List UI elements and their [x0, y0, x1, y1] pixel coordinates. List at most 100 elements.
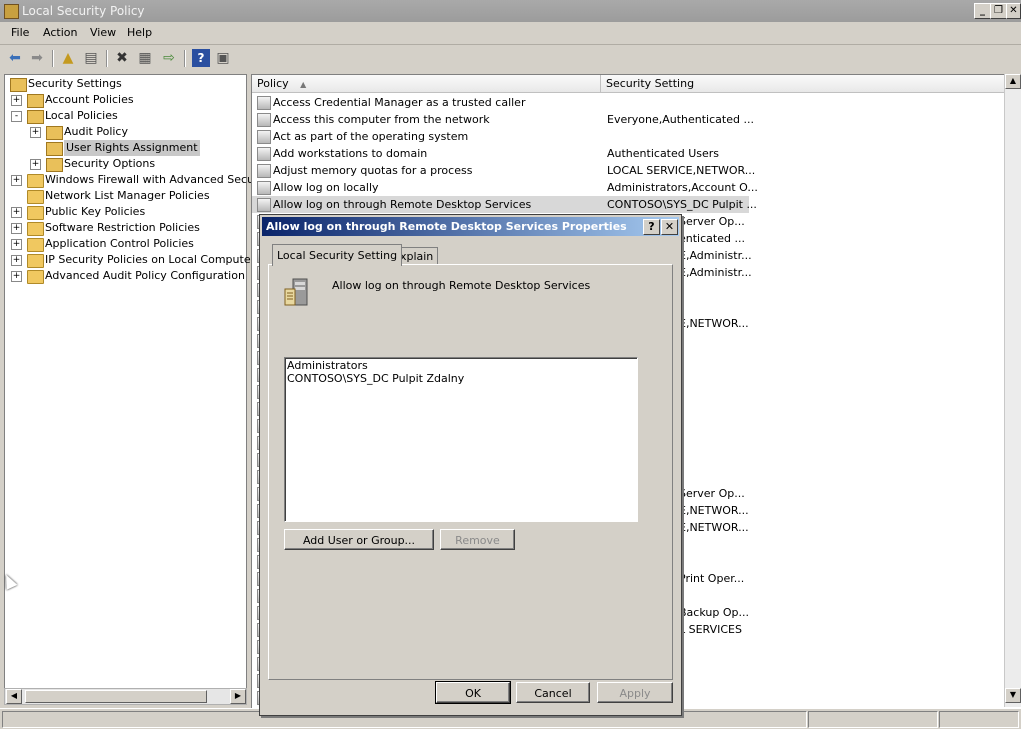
list-vertical-scrollbar[interactable]: ▲ ▼: [1004, 74, 1021, 707]
help-icon[interactable]: ?: [192, 49, 210, 67]
expand-icon[interactable]: +: [11, 239, 22, 250]
column-header-security-setting[interactable]: Security Setting: [601, 75, 1005, 93]
folder-icon: [27, 110, 44, 124]
policy-row-partial[interactable]: E,NETWOR...: [679, 519, 749, 536]
tree-item-label: Account Policies: [45, 93, 134, 106]
policy-icon: [257, 130, 271, 144]
show-hide-tree-icon[interactable]: ▤: [82, 49, 100, 67]
policy-row-partial[interactable]: L SERVICES: [679, 621, 742, 638]
export-list-icon[interactable]: ⇨: [160, 49, 178, 67]
policy-setting: Everyone,Authenticated ...: [607, 113, 754, 126]
column-header-policy-label: Policy: [257, 77, 289, 90]
policy-row[interactable]: Adjust memory quotas for a process LOCAL …: [252, 162, 1004, 179]
expand-icon[interactable]: +: [11, 207, 22, 218]
delete-icon[interactable]: ✖: [113, 49, 131, 67]
policy-row[interactable]: Allow log on through Remote Desktop Serv…: [252, 196, 757, 213]
policy-row-partial[interactable]: Print Oper...: [679, 570, 744, 587]
apply-button[interactable]: Apply: [597, 682, 673, 703]
expand-icon[interactable]: +: [11, 255, 22, 266]
menu-action[interactable]: Action: [43, 26, 77, 39]
dialog-title-bar[interactable]: Allow log on through Remote Desktop Serv…: [262, 217, 679, 236]
members-list[interactable]: Administrators CONTOSO\SYS_DC Pulpit Zda…: [284, 357, 638, 522]
add-user-or-group-button[interactable]: Add User or Group...: [284, 529, 434, 550]
policy-icon: [257, 96, 271, 110]
scroll-down-icon[interactable]: ▼: [1005, 688, 1021, 703]
back-arrow-icon[interactable]: ⬅: [6, 49, 24, 67]
toolbar: ⬅ ➡ ▲ ▤ ✖ ▦ ⇨ ? ▣: [0, 45, 1021, 71]
action-pane-icon[interactable]: ▣: [214, 49, 232, 67]
forward-arrow-icon[interactable]: ➡: [28, 49, 46, 67]
policy-setting: E,Administr...: [679, 266, 752, 279]
policy-setting: Administrators,Account O...: [607, 181, 758, 194]
folder-icon: [27, 190, 44, 204]
policy-setting: enticated ...: [679, 232, 745, 245]
folder-icon: [46, 126, 63, 140]
tree-horizontal-scrollbar[interactable]: ◀ ▶: [4, 688, 247, 705]
tree-item-label: IP Security Policies on Local Computer: [45, 253, 256, 266]
tree-item-label: Software Restriction Policies: [45, 221, 200, 234]
tab-local-security-setting[interactable]: Local Security Setting: [272, 244, 403, 266]
expand-icon[interactable]: +: [11, 271, 22, 282]
toolbar-separator: [52, 50, 54, 67]
restore-button[interactable]: ❐: [990, 3, 1007, 19]
policy-row-partial[interactable]: Server Op...: [679, 485, 745, 502]
policy-row[interactable]: Act as part of the operating system: [252, 128, 1004, 145]
collapse-icon[interactable]: -: [11, 111, 22, 122]
member-item[interactable]: Administrators: [287, 359, 368, 372]
tree-item-label: Local Policies: [45, 109, 118, 122]
minimize-button[interactable]: _: [974, 3, 991, 19]
policy-setting: E,NETWOR...: [679, 317, 749, 330]
policy-icon: [257, 164, 271, 178]
policy-icon: [257, 113, 271, 127]
menu-view[interactable]: View: [90, 26, 116, 39]
tree-item-label: Public Key Policies: [45, 205, 146, 218]
expand-icon[interactable]: +: [30, 159, 41, 170]
policy-row-partial[interactable]: E,Administr...: [679, 264, 752, 281]
policy-row-partial[interactable]: enticated ...: [679, 230, 745, 247]
scroll-up-icon[interactable]: ▲: [1005, 74, 1021, 89]
window-title: Local Security Policy: [22, 4, 145, 18]
tree-items: + Account Policies - Local Policies + Audit P…: [5, 92, 272, 312]
tree-item-label: Advanced Audit Policy Configuration: [45, 269, 245, 282]
policy-row[interactable]: Access Credential Manager as a trusted c…: [252, 94, 1004, 111]
policy-setting: Server Op...: [679, 487, 745, 500]
menu-file[interactable]: File: [11, 26, 29, 39]
policy-name: Access this computer from the network: [273, 113, 490, 126]
policy-row-partial[interactable]: E,Administr...: [679, 247, 752, 264]
policy-name: Allow log on locally: [273, 181, 379, 194]
policy-setting: LOCAL SERVICE,NETWOR...: [607, 164, 756, 177]
policy-row-partial[interactable]: Server Op...: [679, 213, 745, 230]
policy-row-partial[interactable]: E,NETWOR...: [679, 502, 749, 519]
dialog-help-button[interactable]: ?: [643, 219, 660, 235]
policy-row-partial[interactable]: E,NETWOR...: [679, 315, 749, 332]
policy-setting: E,NETWOR...: [679, 521, 749, 534]
up-folder-icon[interactable]: ▲: [59, 49, 77, 67]
properties-dialog: Allow log on through Remote Desktop Serv…: [259, 214, 682, 716]
scroll-thumb[interactable]: [25, 690, 207, 703]
ok-button[interactable]: OK: [435, 681, 511, 704]
cancel-button[interactable]: Cancel: [516, 682, 590, 703]
expand-icon[interactable]: +: [30, 127, 41, 138]
policy-row[interactable]: Add workstations to domain Authenticated …: [252, 145, 1004, 162]
expand-icon[interactable]: +: [11, 223, 22, 234]
policy-row[interactable]: Access this computer from the network Eve…: [252, 111, 1004, 128]
scroll-right-icon[interactable]: ▶: [230, 689, 246, 704]
menu-help[interactable]: Help: [127, 26, 152, 39]
tree-item-label: Application Control Policies: [45, 237, 194, 250]
column-header-policy[interactable]: Policy ▲: [252, 75, 601, 93]
dialog-close-button[interactable]: ✕: [661, 219, 678, 235]
scroll-left-icon[interactable]: ◀: [6, 689, 22, 704]
expand-icon[interactable]: +: [11, 95, 22, 106]
remove-button[interactable]: Remove: [440, 529, 515, 550]
tree-item-label: User Rights Assignment: [64, 140, 200, 156]
policy-setting: CONTOSO\SYS_DC Pulpit ...: [607, 198, 757, 211]
policy-icon: [257, 198, 271, 212]
expand-icon[interactable]: +: [11, 175, 22, 186]
folder-icon: [27, 270, 44, 284]
policy-row[interactable]: Allow log on locally Administrators,Accou…: [252, 179, 1004, 196]
policy-name: Add workstations to domain: [273, 147, 428, 160]
properties-icon[interactable]: ▦: [136, 49, 154, 67]
close-button[interactable]: ✕: [1006, 3, 1021, 19]
policy-row-partial[interactable]: Backup Op...: [679, 604, 749, 621]
member-item[interactable]: CONTOSO\SYS_DC Pulpit Zdalny: [287, 372, 464, 385]
